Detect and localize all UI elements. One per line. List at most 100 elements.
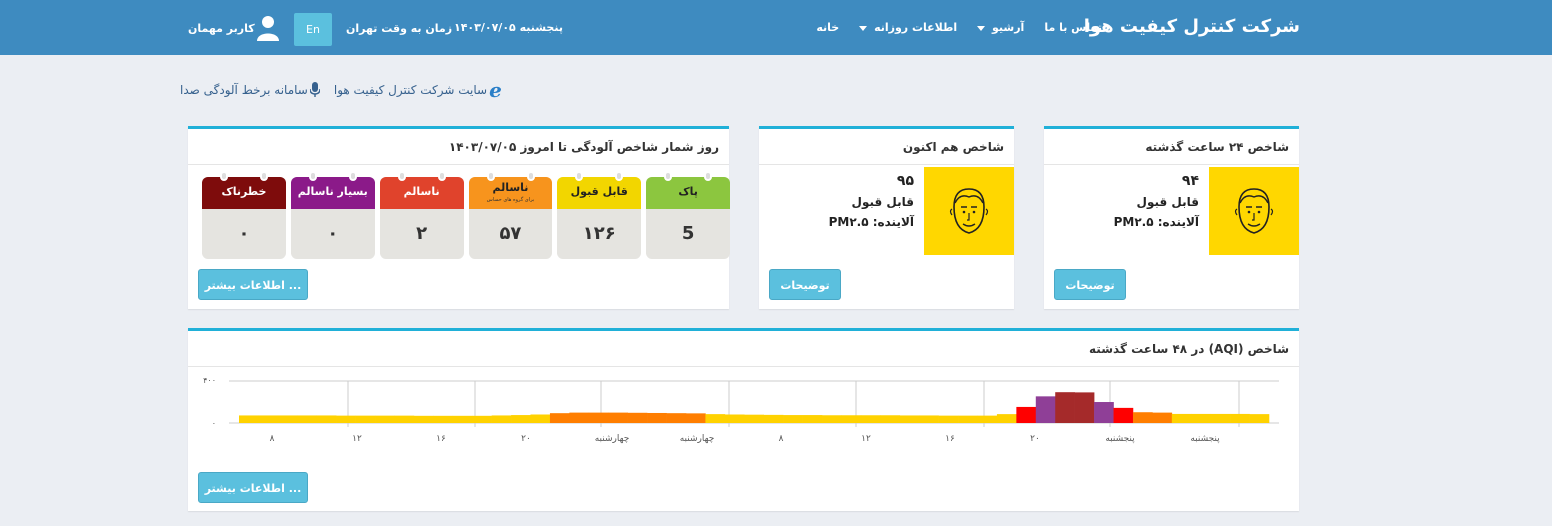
chart-bar [433, 415, 454, 423]
chart-bar [413, 415, 434, 423]
calendar-category-label: ناسالم [403, 185, 440, 198]
calendar-day-count: ۲ [416, 223, 428, 244]
chart-ytick-label: ۴۰۰ [203, 376, 216, 385]
calendar-ring-icon [220, 171, 229, 181]
top-navbar: شرکت کنترل کیفیت هوا خانه اطلاعات روزانه… [0, 0, 1552, 55]
chart-bar [277, 415, 298, 423]
counter-calendar-item: خطرناک ۰ [202, 171, 286, 259]
aqi-48h-chart-card: شاخص (AQI) در ۴۸ ساعت گذشته ۴۰۰ ۰ ۸ ۱۲ ۱۶ ۲۰ چ… [188, 328, 1299, 511]
chart-xtick-label: ۱۶ [945, 434, 955, 444]
chart-bar [511, 415, 531, 423]
chart-bar [744, 414, 765, 423]
user-icon[interactable] [256, 15, 280, 41]
chart-bar [472, 415, 492, 423]
chart-bar [297, 415, 318, 423]
calendar-day-count: ۱۲۶ [582, 223, 616, 244]
more-info-button-chart[interactable]: اطلاعات بیشتر ... [198, 472, 308, 503]
chart-xtick-label: ۸ [270, 434, 275, 444]
chart-bar [977, 415, 998, 423]
chart-bar [763, 414, 784, 423]
company-site-link[interactable]: e سایت شرکت کنترل کیفیت هوا [333, 78, 502, 102]
caret-down-icon [977, 25, 986, 31]
voice-system-link[interactable]: سامانه برخط آلودگی صدا [180, 80, 320, 100]
chart-bar [355, 415, 376, 423]
calendar-day-count: ۰ [327, 223, 339, 244]
chart-bar [569, 412, 590, 423]
chart-bar [1016, 406, 1037, 423]
chart-bar [394, 415, 415, 423]
chart-bar [919, 415, 939, 423]
counter-calendar-item: ناسالم برای گروه های حساس ۵۷ [468, 171, 553, 259]
chart-bar [996, 414, 1017, 423]
chart-bar [627, 412, 648, 423]
brand-title[interactable]: شرکت کنترل کیفیت هوا [1084, 16, 1300, 37]
nav-archive[interactable]: آرشیو [977, 21, 1024, 34]
chart-bar [316, 415, 337, 423]
chart-bar [880, 415, 901, 423]
card-now-pollutant: آلاینده: PM۲.۵ [828, 215, 914, 229]
caret-down-icon [859, 25, 868, 31]
day-counter-title: روز شمار شاخص آلودگی تا امروز ۱۴۰۳/۰۷/۰۵ [448, 140, 719, 154]
calendar-category-sublabel: برای گروه های حساس [486, 197, 535, 203]
chart-xtick-label: ۸ [779, 434, 784, 444]
nav-contact[interactable]: تماس با ما [1044, 21, 1102, 34]
chart-bar [860, 415, 881, 423]
more-info-button-counter[interactable]: اطلاعات بیشتر ... [198, 269, 308, 300]
company-site-label: سایت شرکت کنترل کیفیت هوا [333, 83, 488, 97]
card-24h-pollutant: آلاینده: PM۲.۵ [1113, 215, 1199, 229]
chart-bar [1171, 413, 1192, 423]
details-button-24h[interactable]: توضیحات [1054, 269, 1126, 300]
calendar-category-header: پاک [646, 177, 730, 209]
chart-bar [1191, 413, 1211, 423]
main-nav: خانه اطلاعات روزانه آرشیو تماس با ما [816, 21, 1102, 34]
nav-daily-label: اطلاعات روزانه [874, 21, 958, 34]
current-date: پنجشنبه ۱۴۰۳/۰۷/۰۵ [454, 21, 563, 34]
chart-bar [452, 415, 473, 423]
chart-bar [588, 412, 609, 423]
calendar-category-header: خطرناک [202, 177, 286, 209]
chart-bar [258, 415, 279, 423]
chart-xtick-label: ۲۰ [1030, 434, 1040, 444]
calendar-ring-icon [664, 171, 673, 181]
chart-xtick-label: چهارشنبه [680, 434, 715, 444]
chart-ytick-label: ۰ [212, 419, 216, 428]
chart-bar [938, 415, 959, 423]
card-now-category: قابل قبول [851, 195, 914, 209]
chart-bar [666, 413, 687, 423]
voice-system-label: سامانه برخط آلودگی صدا [180, 83, 308, 97]
chart-bar [549, 413, 570, 423]
chart-bar [1094, 402, 1114, 423]
chart-bar [647, 412, 667, 423]
nav-home[interactable]: خانه [816, 21, 839, 34]
nav-archive-label: آرشیو [992, 21, 1025, 34]
calendar-ring-icon [348, 171, 357, 181]
chart-bar [375, 415, 395, 423]
chart-bar [802, 415, 823, 423]
counter-calendar-item: ناسالم ۲ [379, 171, 464, 259]
calendar-category-header: ناسالم [379, 177, 464, 209]
calendar-category-label: خطرناک [221, 185, 267, 198]
face-icon [1234, 188, 1274, 234]
aqi-face-box [1209, 167, 1299, 255]
calendar-category-label: بسیار ناسالم [297, 185, 368, 198]
counter-calendar-item: پاک 5 [646, 171, 730, 259]
nav-daily[interactable]: اطلاعات روزانه [859, 21, 957, 34]
card-24h-index: شاخص ۲۴ ساعت گذشته ۹۴ قابل قبول آلاینده:… [1044, 126, 1299, 309]
details-button-now[interactable]: توضیحات [769, 269, 841, 300]
chart-bar [1055, 392, 1075, 423]
chart-bar [1035, 396, 1056, 423]
user-name[interactable]: کاربر مهمان [188, 22, 255, 35]
chart-bar [841, 415, 862, 423]
chart-bar [530, 414, 551, 423]
chart-card-title: شاخص (AQI) در ۴۸ ساعت گذشته [1089, 342, 1289, 356]
counter-calendar-item: بسیار ناسالم ۰ [290, 171, 375, 259]
day-counter-calendars: پاک 5 قابل قبول ۱۲۶ ناسالم برای گروه های حساس… [202, 171, 730, 259]
language-button[interactable]: En [294, 13, 332, 46]
chart-bar [1230, 413, 1250, 423]
calendar-day-count: 5 [681, 223, 695, 244]
chart-bar [1113, 407, 1134, 423]
chart-bar [685, 413, 706, 423]
chart-bar [1132, 412, 1153, 423]
calendar-category-label: پاک [678, 185, 698, 198]
calendar-category-label: قابل قبول [570, 185, 628, 198]
